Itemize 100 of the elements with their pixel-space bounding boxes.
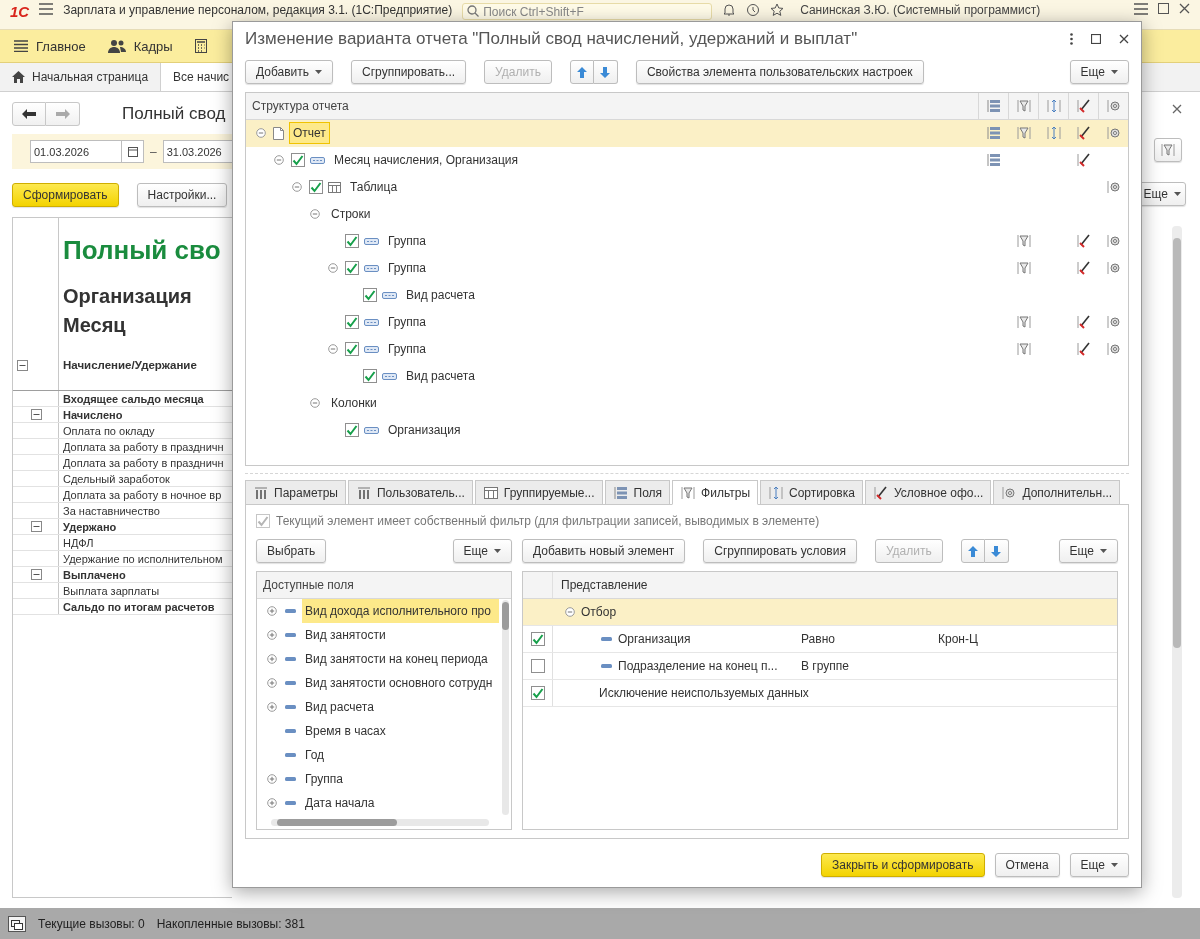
button[interactable]: Отмена	[994, 853, 1060, 877]
collapse-icon[interactable]	[17, 359, 28, 371]
filter-button[interactable]	[1154, 138, 1182, 162]
section-item[interactable]: Кадры	[107, 38, 173, 54]
tree-item[interactable]: Таблица	[346, 176, 402, 198]
list-item[interactable]: Вид занятости на конец периода	[302, 647, 499, 671]
tab[interactable]: Параметры	[245, 480, 346, 505]
button[interactable]: Выбрать	[256, 539, 327, 563]
checkbox[interactable]	[345, 234, 359, 248]
maximize-icon[interactable]	[1158, 3, 1169, 14]
star-icon[interactable]	[770, 3, 785, 17]
expand-icon[interactable]	[267, 654, 277, 664]
button[interactable]: Сгруппировать условия	[703, 539, 857, 563]
menu-icon[interactable]	[39, 3, 54, 15]
checkbox[interactable]	[363, 369, 377, 383]
more-icon[interactable]	[1070, 33, 1073, 45]
more-button[interactable]: Еще	[1058, 539, 1118, 563]
button[interactable]: Свойства элемента пользовательских настроек	[635, 60, 924, 84]
more-button[interactable]: Еще	[452, 539, 512, 563]
tab[interactable]: Условное офо...	[864, 480, 992, 505]
bell-icon[interactable]	[722, 3, 737, 17]
list-item[interactable]: Группа	[302, 767, 499, 791]
calendar-button[interactable]	[122, 140, 144, 163]
expand-icon[interactable]	[267, 630, 277, 640]
history-icon[interactable]	[746, 3, 761, 17]
date-field[interactable]: 31.03.2026	[162, 140, 232, 163]
column-header: Представление	[561, 578, 648, 592]
more-button[interactable]: Еще	[1069, 60, 1129, 84]
settings-button[interactable]: Настройки...	[136, 183, 228, 207]
horizontal-scrollbar[interactable]	[271, 819, 489, 826]
expand-icon[interactable]	[267, 774, 277, 784]
tab[interactable]: Сортировка	[760, 480, 863, 505]
list-item[interactable]: Дата начала	[302, 791, 499, 815]
section-item[interactable]: Главное	[14, 38, 86, 54]
expand-icon[interactable]	[267, 606, 277, 616]
collapse-icon[interactable]	[31, 521, 42, 532]
field-icon	[601, 637, 612, 641]
close-icon[interactable]	[1179, 3, 1190, 14]
button[interactable]: Сгруппировать...	[351, 60, 467, 84]
tab[interactable]: Группируемые...	[474, 480, 603, 505]
tab[interactable]: Поля	[604, 480, 671, 505]
list-item[interactable]: Вид занятости основного сотрудн	[302, 671, 499, 695]
checkbox[interactable]	[363, 288, 377, 302]
tree-item[interactable]: Строки	[327, 203, 375, 225]
calculator-icon[interactable]	[194, 39, 207, 53]
tree-item[interactable]: Отчет	[289, 122, 330, 144]
back-button[interactable]	[12, 102, 46, 126]
checkbox[interactable]	[345, 261, 359, 275]
checkbox[interactable]	[345, 423, 359, 437]
windows-icon[interactable]	[8, 915, 26, 932]
list-item[interactable]: Вид занятости	[302, 623, 499, 647]
list-item[interactable]: Время в часах	[302, 719, 499, 743]
list-item[interactable]: Год	[302, 743, 499, 767]
grouping-icon	[382, 291, 397, 299]
tree-item[interactable]: Колонки	[327, 392, 381, 414]
move-down-button[interactable]	[984, 539, 1009, 563]
maximize-icon[interactable]	[1091, 34, 1101, 44]
checkbox[interactable]	[530, 632, 545, 646]
checkbox[interactable]	[291, 153, 305, 167]
tab[interactable]: Фильтры	[672, 480, 759, 505]
checkbox[interactable]	[345, 315, 359, 329]
tree-item[interactable]: Вид расчета	[402, 284, 479, 306]
generate-button[interactable]: Сформировать	[12, 183, 119, 207]
tab[interactable]: Дополнительн...	[993, 480, 1121, 505]
collapse-icon[interactable]	[31, 409, 42, 420]
button[interactable]: Добавить новый элемент	[522, 539, 686, 563]
checkbox[interactable]	[530, 659, 545, 673]
date-field[interactable]: 01.03.2026	[30, 140, 122, 163]
expand-icon[interactable]	[267, 798, 277, 808]
search-field[interactable]: Поиск Ctrl+Shift+F	[462, 3, 713, 20]
expand-icon[interactable]	[267, 678, 277, 688]
close-icon[interactable]	[1172, 104, 1182, 114]
arrow-up-icon	[576, 66, 587, 78]
move-up-button[interactable]	[960, 539, 985, 563]
button[interactable]: Закрыть и сформировать	[821, 853, 985, 877]
move-down-button[interactable]	[593, 60, 618, 84]
close-icon[interactable]	[1119, 34, 1129, 44]
expand-icon[interactable]	[267, 702, 277, 712]
list-item[interactable]: Вид дохода исполнительного про	[302, 599, 499, 623]
tree-item[interactable]: Группа	[384, 230, 431, 252]
menu-button[interactable]: Добавить	[245, 60, 334, 84]
tree-item[interactable]: Организация	[384, 419, 465, 441]
tree-item[interactable]: Группа	[384, 338, 431, 360]
tree-item[interactable]: Группа	[384, 257, 431, 279]
tab[interactable]: Пользователь...	[347, 480, 473, 505]
tree-item[interactable]: Месяц начисления, Организация	[330, 149, 523, 171]
vertical-scrollbar[interactable]	[502, 600, 509, 815]
tree-item[interactable]: Вид расчета	[402, 365, 479, 387]
vertical-scrollbar[interactable]	[1172, 226, 1182, 898]
checkbox[interactable]	[530, 686, 545, 700]
funnel-icon	[680, 484, 697, 501]
checkbox[interactable]	[309, 180, 323, 194]
tree-item[interactable]: Группа	[384, 311, 431, 333]
more-button[interactable]: Еще	[1069, 853, 1129, 877]
move-up-button[interactable]	[569, 60, 594, 84]
menu-icon[interactable]	[1134, 3, 1148, 15]
checkbox[interactable]	[345, 342, 359, 356]
list-item[interactable]: Вид расчета	[302, 695, 499, 719]
user-name[interactable]: Санинская З.Ю. (Системный программист)	[800, 3, 1041, 17]
collapse-icon[interactable]	[31, 569, 42, 580]
